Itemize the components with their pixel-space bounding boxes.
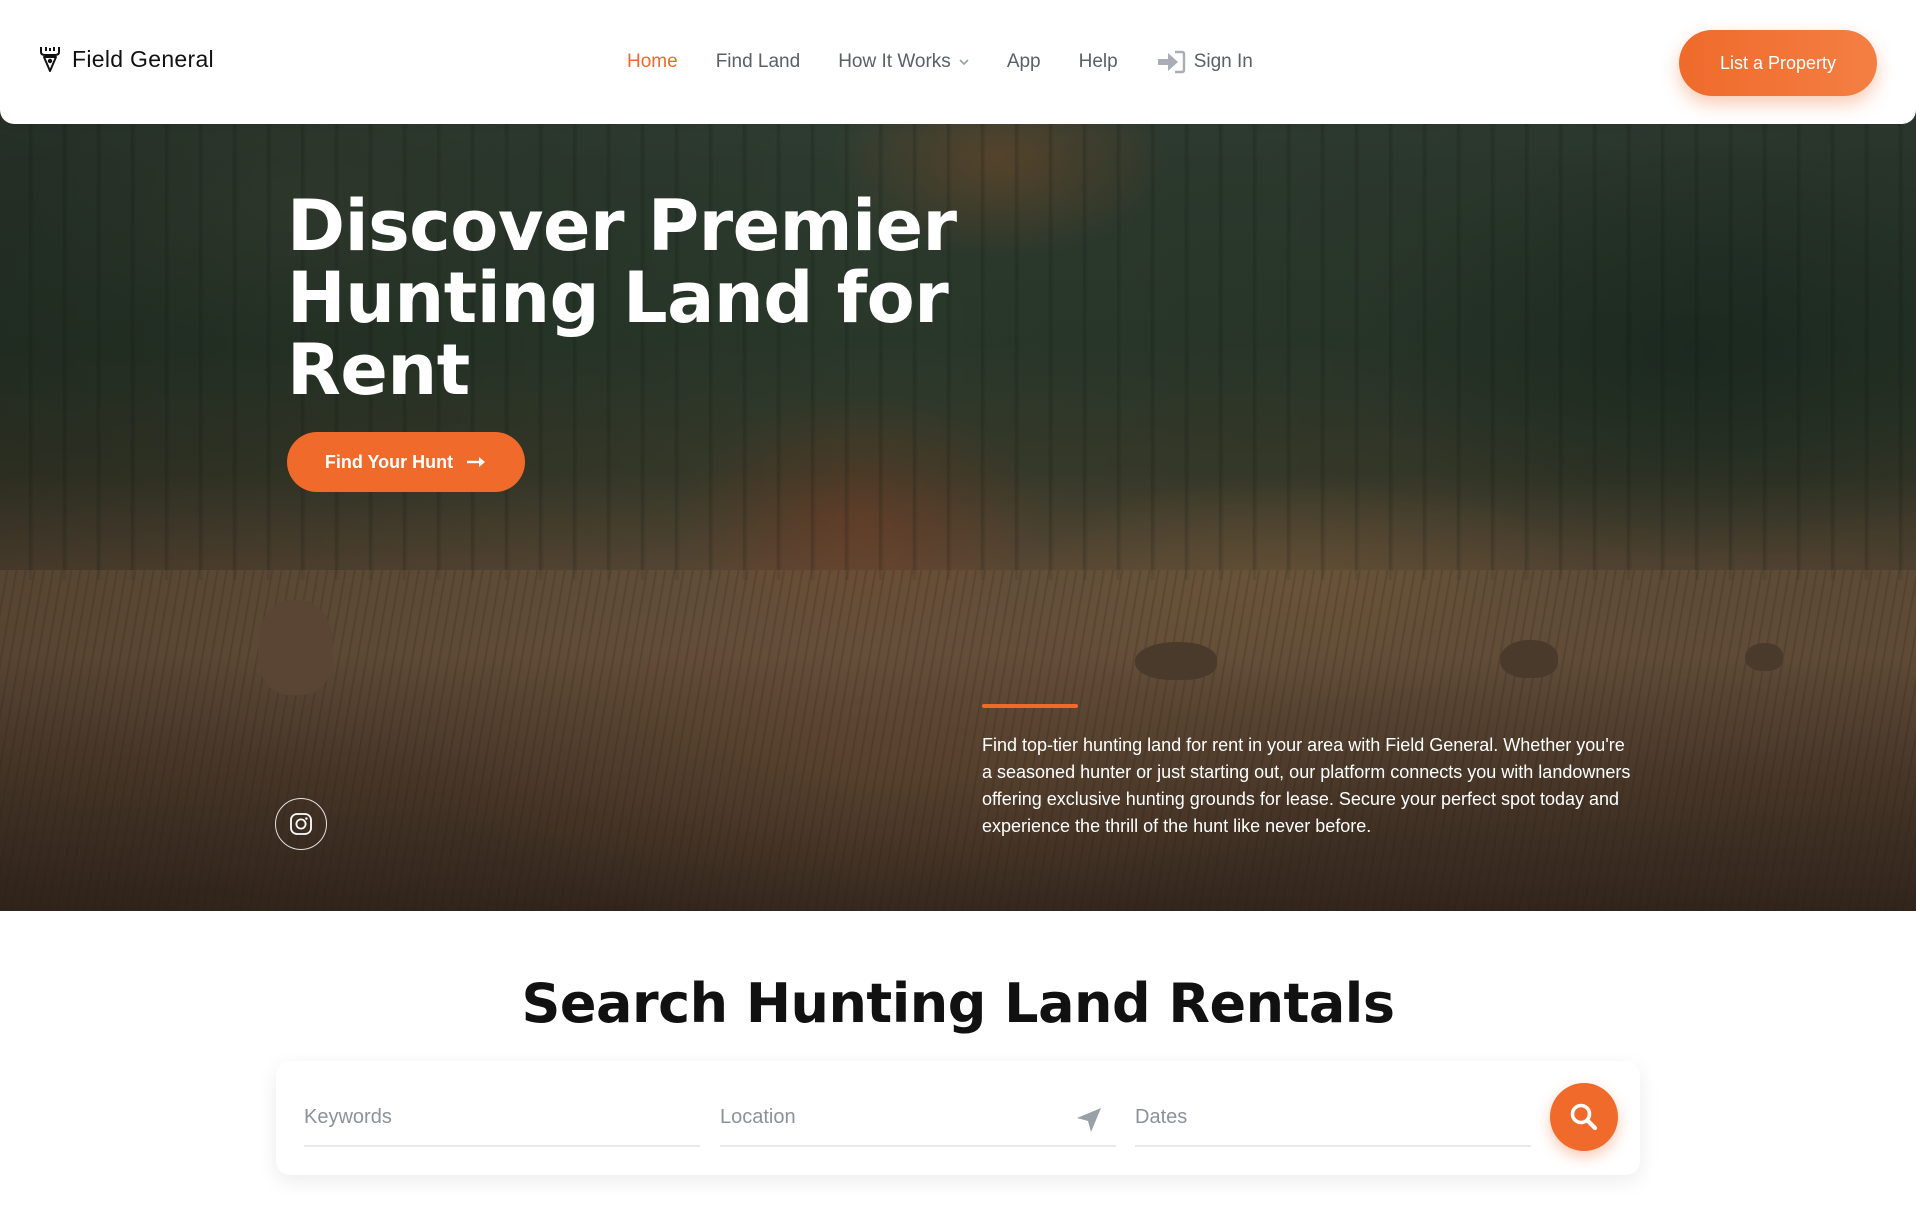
nav-item-label: Home	[627, 51, 678, 72]
elk-figure	[258, 600, 333, 695]
dates-input[interactable]	[1135, 1105, 1531, 1129]
elk-figure	[1135, 642, 1217, 680]
location-field-wrapper	[720, 1089, 1116, 1147]
main-menu: Home Find Land How It Works App Help Sig…	[627, 0, 1291, 124]
top-navigation: Field General Home Find Land How It Work…	[0, 0, 1916, 124]
hero-title: Discover Premier Hunting Land for Rent	[287, 185, 957, 411]
search-form	[276, 1061, 1640, 1175]
brand-name: Field General	[72, 45, 214, 72]
antler-pin-icon	[40, 47, 60, 72]
nav-item-help[interactable]: Help	[1079, 51, 1118, 73]
instagram-link[interactable]	[275, 798, 327, 850]
find-your-hunt-button[interactable]: Find Your Hunt	[287, 432, 525, 492]
find-your-hunt-label: Find Your Hunt	[324, 451, 454, 472]
dates-field-wrapper	[1135, 1089, 1531, 1147]
keywords-field-wrapper	[304, 1089, 700, 1147]
location-input[interactable]	[720, 1105, 1116, 1129]
hero-section: Discover Premier Hunting Land for Rent F…	[0, 0, 1916, 911]
sign-in-icon	[1157, 50, 1185, 74]
arrow-right-icon	[467, 457, 486, 467]
nav-item-label: App	[1006, 51, 1041, 72]
search-section-title: Search Hunting Land Rentals	[521, 972, 1395, 1035]
sign-in-link[interactable]: Sign In	[1156, 50, 1253, 74]
chevron-down-icon	[959, 59, 969, 65]
instagram-icon	[290, 813, 312, 835]
nav-item-label: Help	[1078, 51, 1118, 72]
keywords-input[interactable]	[304, 1105, 700, 1129]
navigation-arrow-icon[interactable]	[1074, 1105, 1104, 1135]
nav-item-find-land[interactable]: Find Land	[716, 51, 801, 73]
search-icon	[1570, 1103, 1598, 1131]
accent-divider	[982, 704, 1078, 708]
nav-item-label: Find Land	[715, 51, 801, 72]
sign-in-label: Sign In	[1193, 51, 1253, 72]
elk-figure	[1745, 643, 1783, 671]
elk-figure	[1500, 640, 1558, 678]
nav-item-label: How It Works	[838, 51, 951, 72]
hero-description: Find top-tier hunting land for rent in y…	[982, 735, 1631, 836]
nav-item-how-it-works[interactable]: How It Works	[838, 51, 969, 73]
search-button[interactable]	[1550, 1083, 1618, 1151]
nav-item-home[interactable]: Home	[627, 51, 678, 73]
list-a-property-button[interactable]: List a Property	[1679, 30, 1877, 96]
nav-item-app[interactable]: App	[1007, 51, 1041, 73]
brand-logo[interactable]: Field General	[38, 45, 214, 73]
